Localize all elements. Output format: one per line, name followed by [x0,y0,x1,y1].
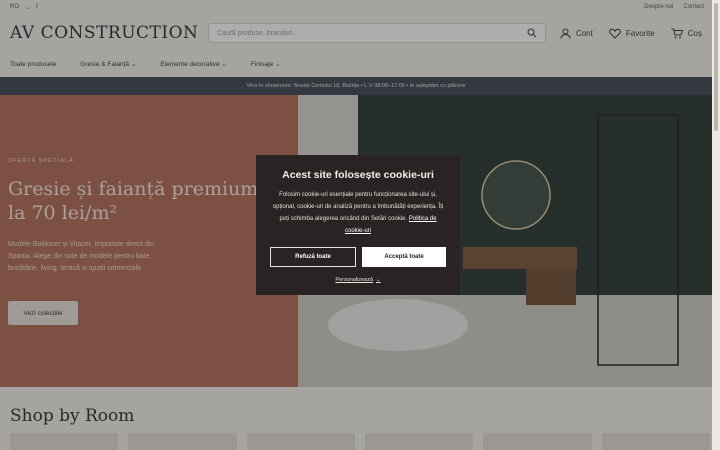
refuse-all-button[interactable]: Refuză toate [270,247,356,267]
cookie-text: Folosim cookie-uri esențiale pentru func… [270,189,446,237]
accept-all-button[interactable]: Acceptă toate [362,247,446,267]
page-scrollbar[interactable] [712,0,720,450]
cookie-title: Acest site folosește cookie-uri [282,169,434,181]
personalize-button[interactable]: Personalizează ⌄ [335,277,380,283]
chevron-down-icon: ⌄ [376,277,381,283]
personalize-label: Personalizează [335,277,373,283]
cookie-dialog: Acest site folosește cookie-uri Folosim … [256,155,460,295]
scrollbar-thumb[interactable] [714,3,718,131]
